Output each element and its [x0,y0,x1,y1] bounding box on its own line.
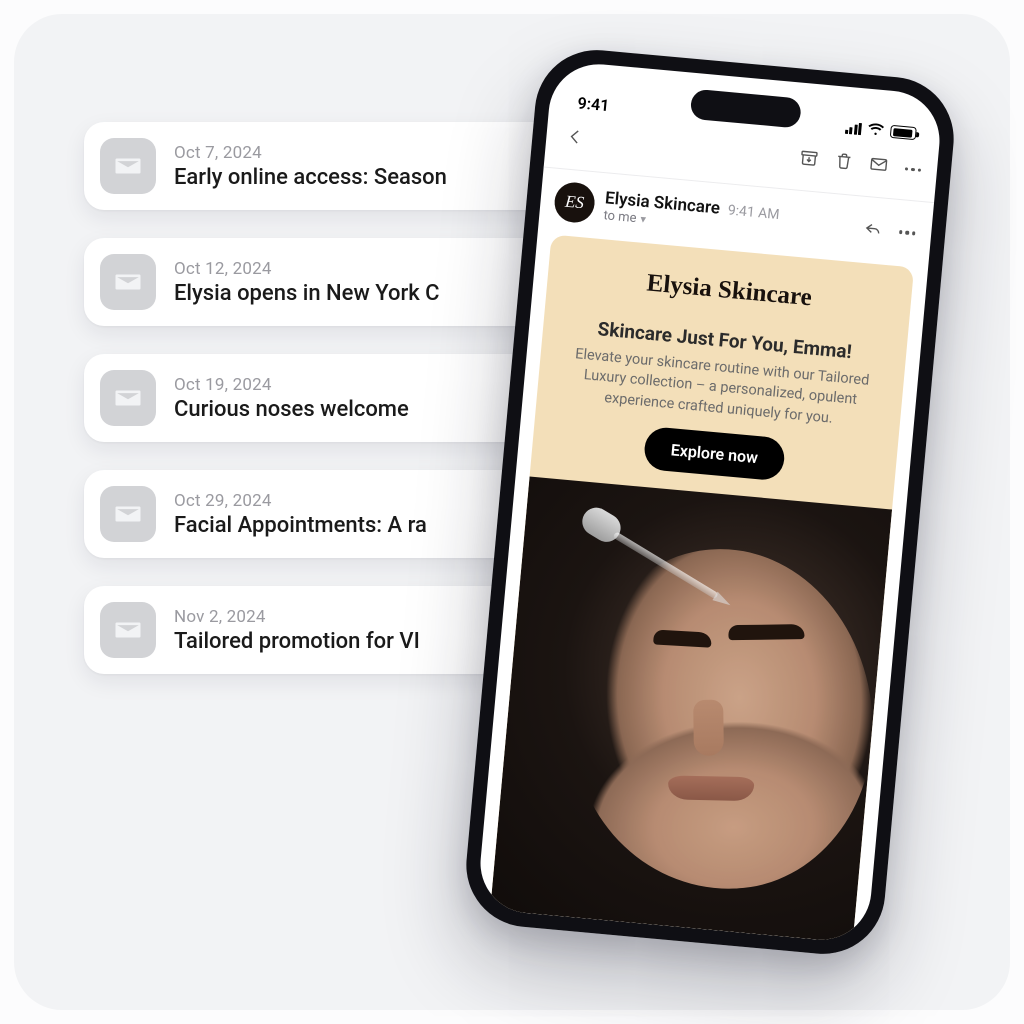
phone-mockup: 9:41 [461,45,959,959]
status-time: 9:41 [577,93,610,115]
email-subject: Curious noses welcome [174,397,409,422]
battery-icon [890,125,917,140]
more-icon[interactable] [896,226,917,239]
email-date: Oct 19, 2024 [174,375,409,395]
more-icon[interactable] [902,163,923,176]
canvas: Oct 7, 2024 Early online access: Season … [14,14,1010,1010]
mail-icon [100,370,156,426]
mail-icon [100,602,156,658]
email-subject: Early online access: Season [174,165,447,190]
reply-icon[interactable] [861,216,884,243]
chevron-down-icon: ▾ [640,212,647,225]
email-date: Oct 29, 2024 [174,491,427,511]
cellular-icon [844,121,862,134]
trash-icon[interactable] [832,150,855,177]
mail-action-icon[interactable] [867,153,890,180]
email-body: Elysia Skincare Skincare Just For You, E… [490,235,914,943]
email-subject: Tailored promotion for VI [174,629,420,654]
email-subject: Elysia opens in New York C [174,281,440,306]
archive-icon[interactable] [797,147,820,174]
avatar: ES [553,181,596,224]
hero-image [490,476,892,942]
email-date: Oct 7, 2024 [174,143,447,163]
email-date: Oct 12, 2024 [174,259,440,279]
mail-icon [100,138,156,194]
email-subject: Facial Appointments: A ra [174,513,427,538]
mail-icon [100,254,156,310]
back-button[interactable] [555,119,595,159]
mail-icon [100,486,156,542]
phone-screen: 9:41 [476,60,944,944]
wifi-icon [867,120,886,140]
email-date: Nov 2, 2024 [174,607,420,627]
